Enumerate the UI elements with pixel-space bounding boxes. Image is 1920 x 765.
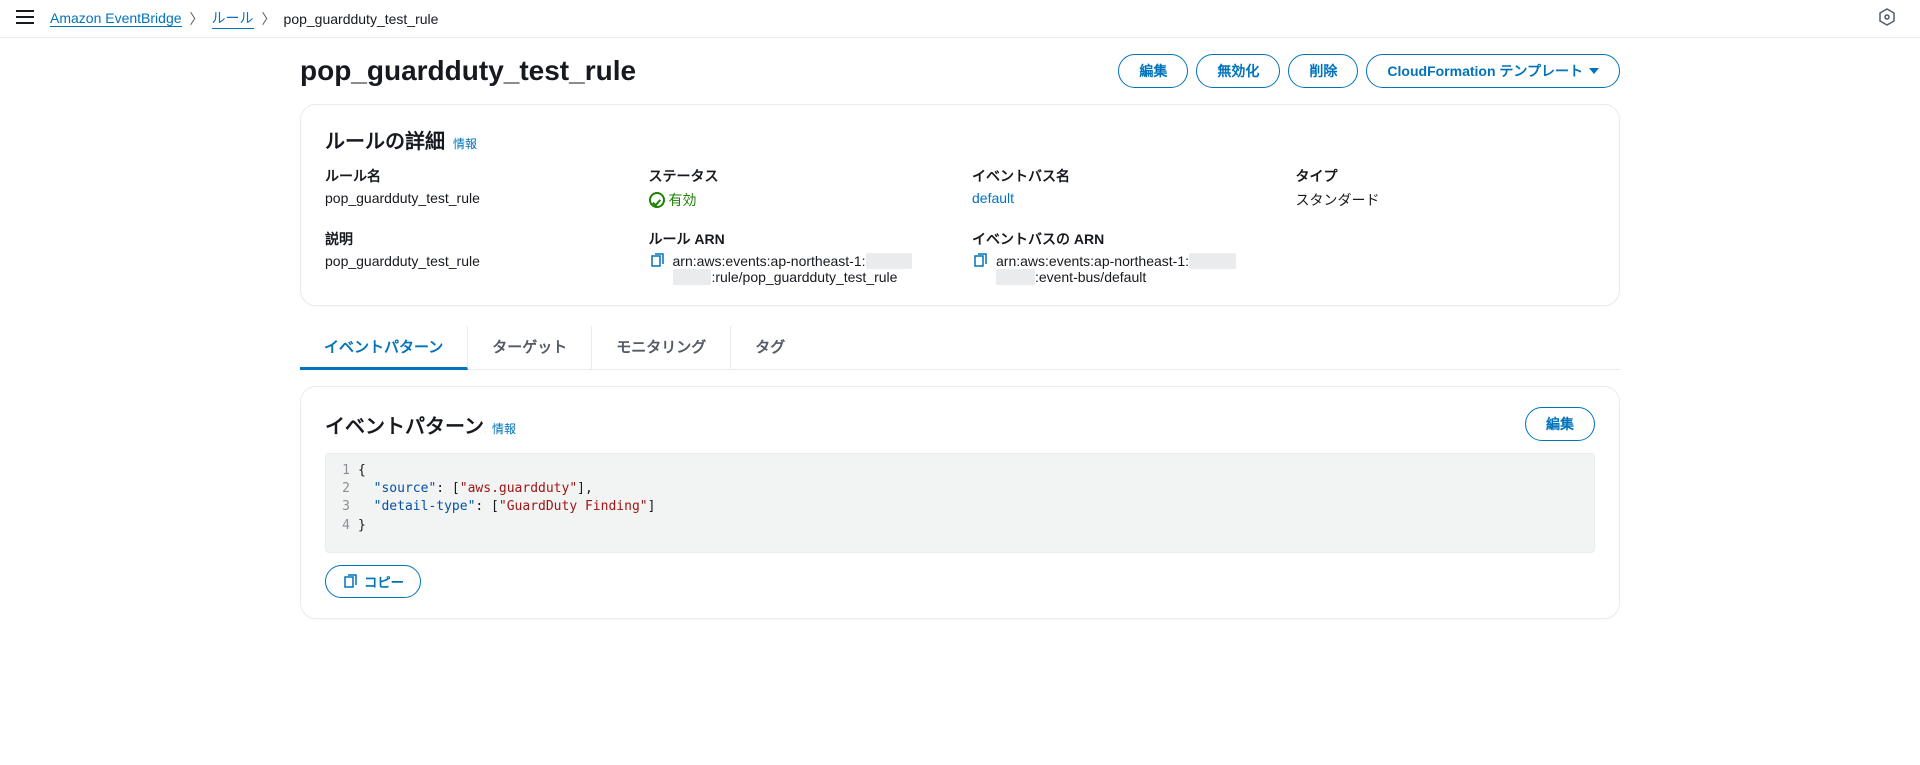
tab-tags[interactable]: タグ [731,326,809,369]
event-pattern-title: イベントパターン [325,410,484,439]
cloudformation-template-label: CloudFormation テンプレート [1387,61,1583,81]
page-title: pop_guardduty_test_rule [300,55,636,87]
rule-arn-label: ルール ARN [649,229,949,249]
description-value: pop_guardduty_test_rule [325,253,625,269]
menu-icon[interactable] [16,10,34,27]
breadcrumb-service[interactable]: Amazon EventBridge [50,10,182,27]
copy-icon[interactable] [972,253,988,269]
rule-details-panel: ルールの詳細 情報 ルール名 pop_guardduty_test_rule ス… [300,104,1620,306]
tabs: イベントパターン ターゲット モニタリング タグ [300,326,1620,370]
event-bus-arn-value: arn:aws:events:ap-northeast-1:0000000000… [996,253,1236,285]
tab-event-pattern[interactable]: イベントパターン [300,326,468,370]
event-bus-arn-label: イベントバスの ARN [972,229,1272,249]
copy-label: コピー [364,572,404,591]
description-label: 説明 [325,229,625,249]
info-link[interactable]: 情報 [492,420,516,437]
breadcrumb-rules[interactable]: ルール [212,8,254,29]
tab-targets[interactable]: ターゲット [468,326,592,369]
status-label: ステータス [649,166,949,186]
status-value: 有効 [669,190,697,210]
chevron-down-icon [1589,68,1599,74]
edit-pattern-button[interactable]: 編集 [1525,407,1595,441]
breadcrumb: Amazon EventBridge 〉 ルール 〉 pop_guardduty… [50,8,438,29]
event-pattern-panel: イベントパターン 情報 編集 1{2 "source": ["aws.guard… [300,386,1620,619]
type-value: スタンダード [1296,190,1596,210]
info-link[interactable]: 情報 [453,135,477,152]
delete-button[interactable]: 削除 [1288,54,1358,88]
edit-button[interactable]: 編集 [1118,54,1188,88]
rule-arn-value: arn:aws:events:ap-northeast-1:0000000000… [673,253,913,285]
event-bus-name-label: イベントバス名 [972,166,1272,186]
chevron-right-icon: 〉 [262,9,276,29]
event-bus-name-value[interactable]: default [972,190,1272,206]
tab-monitoring[interactable]: モニタリング [592,326,731,369]
chevron-right-icon: 〉 [190,9,204,29]
status-ok-icon [649,192,665,208]
disable-button[interactable]: 無効化 [1196,54,1280,88]
settings-icon[interactable] [1878,8,1896,29]
copy-icon[interactable] [649,253,665,269]
cloudformation-template-button[interactable]: CloudFormation テンプレート [1366,54,1620,88]
copy-button[interactable]: コピー [325,565,421,598]
breadcrumb-current: pop_guardduty_test_rule [284,11,439,27]
rule-name-value: pop_guardduty_test_rule [325,190,625,206]
type-label: タイプ [1296,166,1596,186]
event-pattern-code: 1{2 "source": ["aws.guardduty"],3 "detai… [325,453,1595,553]
rule-name-label: ルール名 [325,166,625,186]
rule-details-title: ルールの詳細 [325,125,445,154]
